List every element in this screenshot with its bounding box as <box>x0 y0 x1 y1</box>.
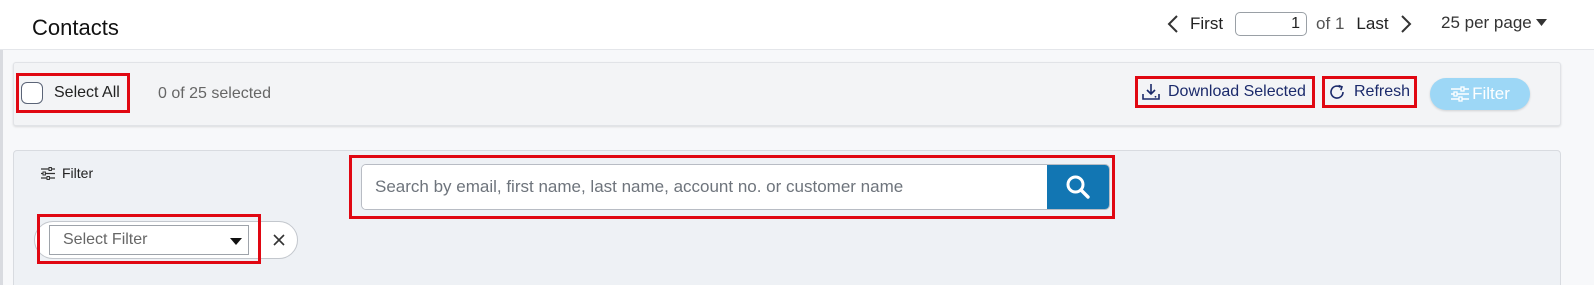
select-all-label: Select All <box>54 84 120 101</box>
filter-title-label: Filter <box>62 165 94 181</box>
close-icon[interactable] <box>268 229 290 251</box>
page-header: Contacts First of 1 Last 25 per page <box>0 0 1594 50</box>
caret-down-icon <box>230 238 242 245</box>
page-number-input[interactable] <box>1235 12 1308 36</box>
refresh-icon <box>1330 84 1344 99</box>
search-bar <box>361 164 1110 210</box>
sliders-icon <box>41 166 55 180</box>
page-total: of 1 <box>1316 14 1345 33</box>
filter-panel-title: Filter <box>40 165 93 181</box>
last-page-link[interactable]: Last <box>1356 14 1388 34</box>
per-page-label: 25 per page <box>1441 13 1532 32</box>
filter-button[interactable]: Filter <box>1430 78 1530 110</box>
caret-down-icon <box>1535 19 1547 26</box>
search-icon <box>1066 175 1090 199</box>
download-label: Download Selected <box>1168 83 1306 100</box>
page-title: Contacts <box>32 15 119 40</box>
chevron-right-icon[interactable] <box>1393 11 1419 37</box>
chevron-left-icon[interactable] <box>1160 11 1186 37</box>
selected-count: 0 of 25 selected <box>158 85 271 102</box>
select-filter-value: Select Filter <box>63 231 148 248</box>
search-input[interactable] <box>362 165 1047 209</box>
filter-button-label: Filter <box>1472 84 1510 103</box>
pagination: First of 1 Last <box>1160 11 1419 37</box>
select-filter-dropdown[interactable]: Select Filter <box>49 225 249 255</box>
select-all-checkbox[interactable]: Select All <box>16 73 130 113</box>
search-button[interactable] <box>1047 165 1109 209</box>
sliders-icon <box>1451 86 1470 102</box>
checkbox-icon[interactable] <box>21 82 43 104</box>
refresh-button[interactable]: Refresh <box>1322 76 1417 108</box>
download-icon <box>1142 84 1160 100</box>
refresh-label: Refresh <box>1354 83 1411 100</box>
first-page-link[interactable]: First <box>1190 14 1223 34</box>
download-selected-button[interactable]: Download Selected <box>1135 76 1315 108</box>
per-page-dropdown[interactable]: 25 per page <box>1441 13 1547 33</box>
contacts-page: Contacts First of 1 Last 25 per page Sel… <box>0 0 1594 285</box>
